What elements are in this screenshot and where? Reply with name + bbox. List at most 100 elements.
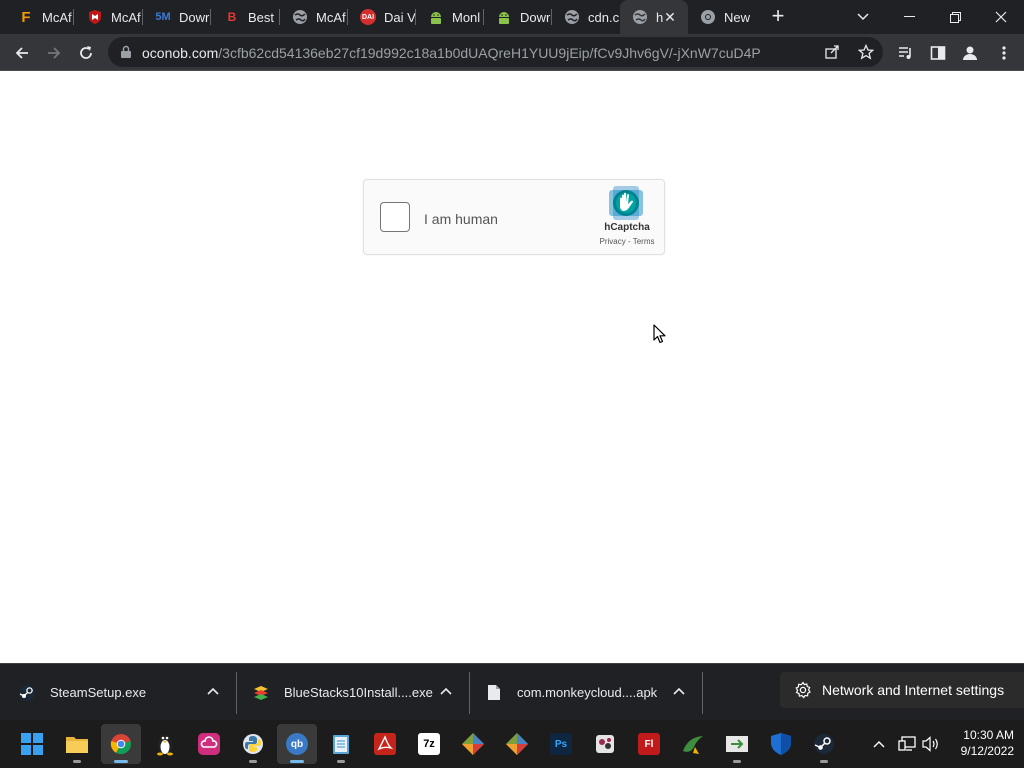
windows-taskbar: qb 7z Ps Fl 10:30 AM 9/12/2022 <box>0 720 1024 768</box>
photoshop-app[interactable]: Ps <box>541 724 581 764</box>
volume-tray-button[interactable] <box>920 732 942 756</box>
b-icon: B <box>227 10 237 24</box>
terms-link[interactable]: Terms <box>633 237 655 246</box>
url-text[interactable]: oconob.com/3cfb62cd54136eb27cf19d992c18a… <box>142 45 782 61</box>
media-button[interactable] <box>892 39 920 67</box>
windows-security-app[interactable] <box>761 724 801 764</box>
globe-icon <box>292 9 308 25</box>
running-indicator <box>249 760 257 763</box>
captcha-links: Privacy - Terms <box>594 237 660 246</box>
chevron-up-icon[interactable] <box>672 684 686 698</box>
python-app[interactable] <box>233 724 273 764</box>
start-button[interactable] <box>12 724 52 764</box>
side-panel-button[interactable] <box>924 39 952 67</box>
tab-7[interactable]: Monl <box>416 0 484 34</box>
tab-title: Dai V <box>384 9 416 25</box>
tab-search-button[interactable] <box>840 0 886 34</box>
creative-cloud-icon <box>198 733 220 755</box>
tab-1[interactable]: F McAf <box>6 0 74 34</box>
minimize-button[interactable] <box>886 0 932 34</box>
chrome-app[interactable] <box>101 724 141 764</box>
terminal-arrow-app[interactable] <box>717 724 757 764</box>
forward-button[interactable] <box>40 39 68 67</box>
git-app-2[interactable] <box>497 724 537 764</box>
minimize-icon <box>903 16 915 17</box>
creative-cloud-app[interactable] <box>189 724 229 764</box>
running-indicator <box>114 760 128 763</box>
virtualbox-app[interactable] <box>585 724 625 764</box>
tab-8[interactable]: Dowr <box>484 0 552 34</box>
address-bar[interactable]: oconob.com/3cfb62cd54136eb27cf19d992c18a… <box>108 37 883 67</box>
back-arrow-icon <box>15 47 28 59</box>
download-separator <box>236 672 237 714</box>
close-window-button[interactable] <box>978 0 1024 34</box>
bookmark-star-icon[interactable] <box>858 44 874 60</box>
7zip-icon: 7z <box>418 733 440 755</box>
clock-time: 10:30 AM <box>963 728 1014 742</box>
share-icon[interactable] <box>824 44 840 60</box>
folder-icon <box>66 737 88 753</box>
running-indicator <box>820 760 828 763</box>
git-app[interactable] <box>453 724 493 764</box>
chevron-up-icon[interactable] <box>206 684 220 698</box>
tab-separator <box>73 9 74 25</box>
privacy-link[interactable]: Privacy <box>600 237 626 246</box>
bluestacks-icon <box>252 684 270 702</box>
reload-button[interactable] <box>72 39 100 67</box>
download-item[interactable]: com.monkeycloud....apk <box>485 664 702 721</box>
qbittorrent-app[interactable]: qb <box>277 724 317 764</box>
close-tab-icon[interactable]: ✕ <box>662 9 678 25</box>
adobe-acrobat-app[interactable] <box>365 724 405 764</box>
running-indicator <box>290 760 304 763</box>
network-settings-tooltip[interactable]: Network and Internet settings <box>780 672 1024 708</box>
tab-2[interactable]: McAf <box>75 0 143 34</box>
profile-button[interactable] <box>956 39 984 67</box>
browser-toolbar: oconob.com/3cfb62cd54136eb27cf19d992c18a… <box>0 34 1024 71</box>
globe-icon <box>564 9 580 25</box>
download-filename: SteamSetup.exe <box>50 685 147 700</box>
flash-icon: Fl <box>638 733 660 755</box>
7zip-app[interactable]: 7z <box>409 724 449 764</box>
media-queue-icon <box>899 47 911 59</box>
new-tab-button[interactable]: + <box>766 5 790 29</box>
tab-9[interactable]: cdn.c <box>552 0 620 34</box>
tab-title: Best <box>248 9 275 25</box>
tab-11[interactable]: New <box>688 0 756 34</box>
human-checkbox[interactable] <box>380 202 410 232</box>
android-icon <box>428 9 444 25</box>
tab-3[interactable]: 5M Dowr <box>143 0 211 34</box>
page-content: I am human hCaptcha Privacy - Terms <box>0 71 1024 663</box>
chevron-down-icon <box>857 13 869 21</box>
lock-icon[interactable] <box>120 45 132 59</box>
clock-date: 9/12/2022 <box>960 744 1014 758</box>
tab-10-active[interactable]: h ✕ <box>620 0 688 34</box>
network-tray-button[interactable] <box>896 732 918 756</box>
steam-app[interactable] <box>804 724 844 764</box>
tab-5[interactable]: McAf <box>280 0 348 34</box>
tab-4[interactable]: B Best <box>212 0 280 34</box>
tux-app[interactable] <box>145 724 185 764</box>
side-panel-icon <box>930 46 946 60</box>
show-hidden-icons-button[interactable] <box>868 732 890 756</box>
security-shield-icon <box>771 733 791 755</box>
tab-title: Monl <box>452 9 481 25</box>
download-filename: com.monkeycloud....apk <box>517 685 658 700</box>
download-item[interactable]: SteamSetup.exe <box>18 664 236 721</box>
notepad-app[interactable] <box>321 724 361 764</box>
photoshop-icon: Ps <box>550 733 572 755</box>
back-button[interactable] <box>8 39 36 67</box>
acrobat-icon <box>374 733 396 755</box>
chevron-up-icon[interactable] <box>439 684 453 698</box>
android-studio-app[interactable] <box>673 724 713 764</box>
profile-icon <box>963 46 977 60</box>
penguin-icon <box>157 735 173 756</box>
menu-button[interactable] <box>990 39 1018 67</box>
download-separator <box>702 672 703 714</box>
tab-6[interactable]: DAI Dai V <box>348 0 416 34</box>
file-explorer-app[interactable] <box>57 724 97 764</box>
chevron-up-icon <box>873 741 885 748</box>
flash-app[interactable]: Fl <box>629 724 669 764</box>
taskbar-clock[interactable]: 10:30 AM 9/12/2022 <box>944 727 1014 759</box>
download-item[interactable]: BlueStacks10Install....exe <box>252 664 469 721</box>
restore-button[interactable] <box>932 0 978 34</box>
